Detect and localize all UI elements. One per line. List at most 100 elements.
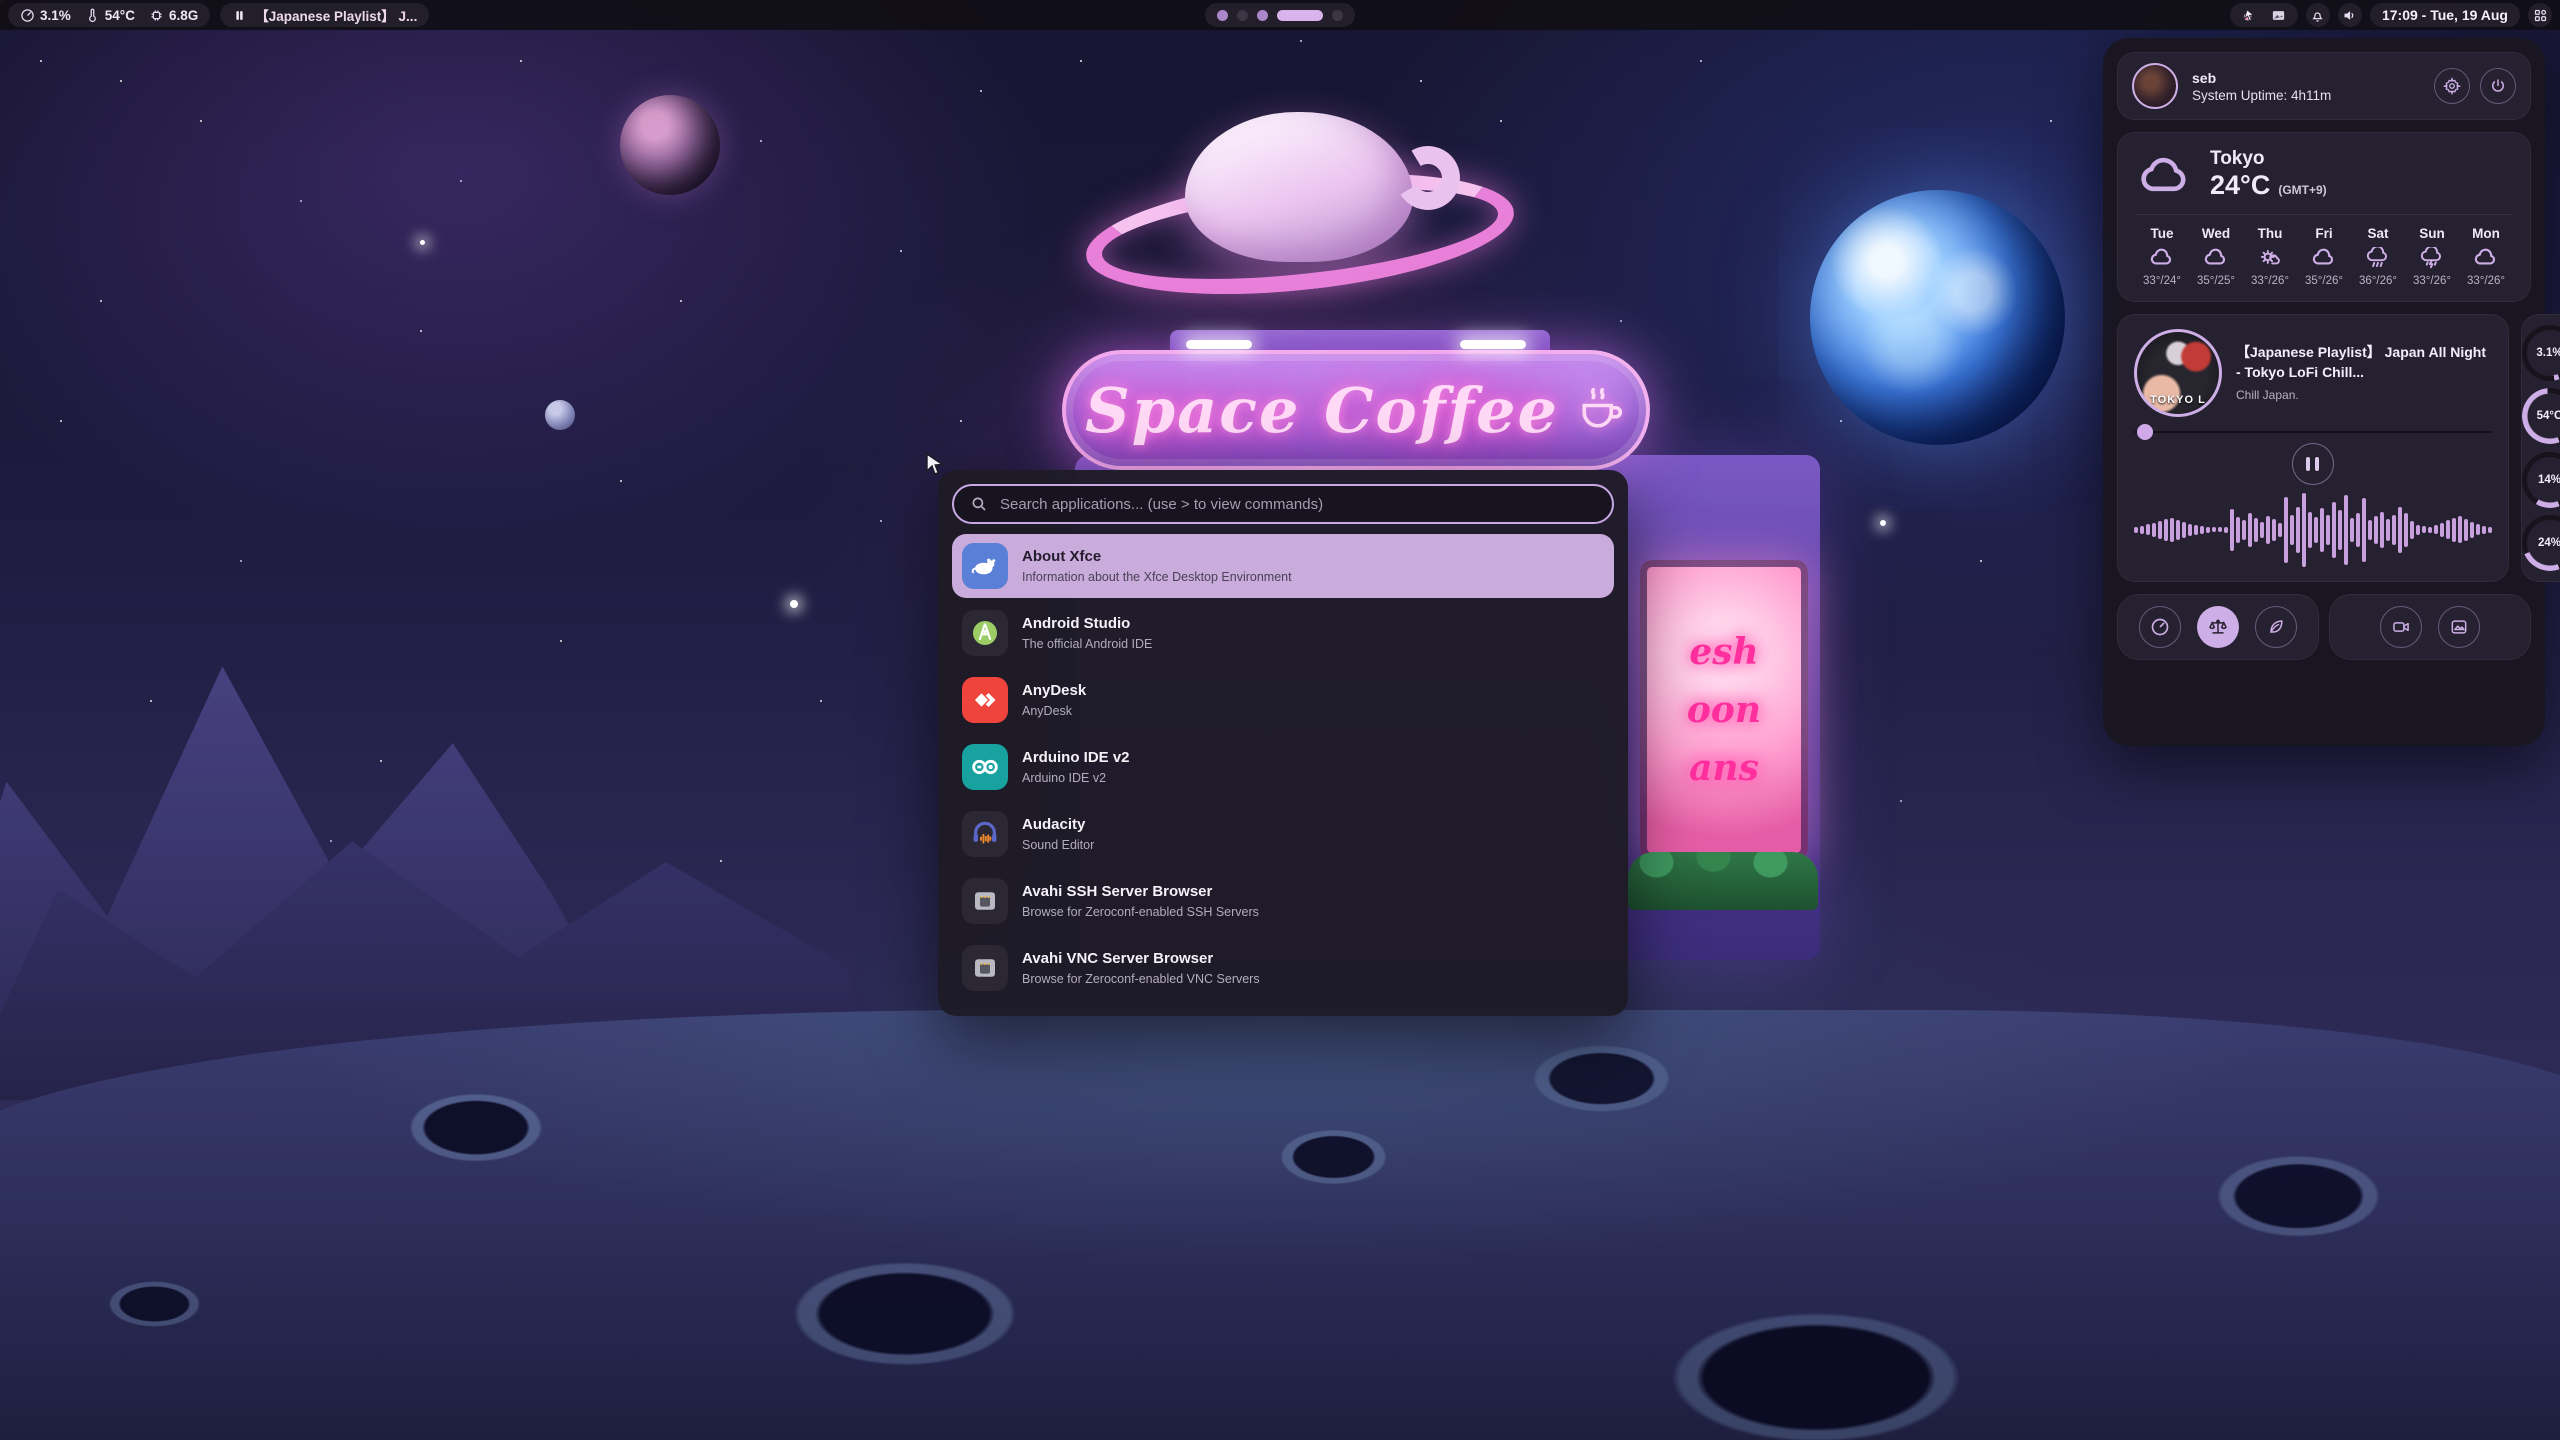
- app-item-audacity[interactable]: AudacitySound Editor: [952, 802, 1614, 866]
- waveform-bar: [2488, 527, 2492, 533]
- gauge-memory: 14%: [2522, 452, 2560, 508]
- avatar[interactable]: [2132, 63, 2178, 109]
- volume-button[interactable]: [2338, 3, 2362, 27]
- album-art[interactable]: TOKYO L: [2134, 329, 2222, 417]
- performance-profile-button[interactable]: [2139, 606, 2181, 648]
- system-stats-pill[interactable]: 3.1% 54°C 6.8G: [8, 3, 210, 27]
- workspace-indicator[interactable]: [1205, 3, 1355, 27]
- sign-light: [1460, 340, 1526, 349]
- waveform-bar: [2248, 513, 2252, 547]
- waveform-bar: [2332, 502, 2336, 558]
- hedge-plants: [1628, 852, 1818, 910]
- thermometer-icon: [85, 8, 100, 23]
- waveform-bar: [2302, 493, 2306, 567]
- waveform-bar: [2434, 525, 2438, 534]
- app-name: Android Studio: [1022, 615, 1152, 634]
- power-icon: [2489, 77, 2507, 95]
- pause-icon: [2315, 457, 2319, 471]
- weather-forecast: Tue 33°/24° Wed 35°/25° Thu 33°/26° Fri: [2136, 226, 2512, 287]
- now-playing-pill[interactable]: 【Japanese Playlist】 J...: [220, 3, 429, 27]
- cloud-icon: [2473, 247, 2499, 269]
- app-item-avahi-vnc[interactable]: Avahi VNC Server BrowserBrowse for Zeroc…: [952, 936, 1614, 1000]
- waveform-bar: [2368, 520, 2372, 540]
- bright-star: [1880, 520, 1886, 526]
- app-item-avahi-ssh[interactable]: Avahi SSH Server BrowserBrowse for Zeroc…: [952, 869, 1614, 933]
- workspace-dot-occupied[interactable]: [1217, 10, 1228, 21]
- waveform-bar: [2200, 526, 2204, 534]
- cloud-icon: [2149, 247, 2175, 269]
- sign-text: Space Coffee: [1085, 374, 1559, 447]
- waveform-bar: [2140, 526, 2144, 534]
- weather-city: Tokyo: [2210, 149, 2327, 170]
- workspace-dot-active[interactable]: [1277, 10, 1323, 21]
- workspace-dot-occupied[interactable]: [1257, 10, 1268, 21]
- overview-button[interactable]: [2528, 3, 2552, 27]
- power-saver-profile-button[interactable]: [2255, 606, 2297, 648]
- temp-stat: 54°C: [85, 8, 135, 23]
- mouse-cursor: [924, 452, 946, 481]
- app-desc: Browse for Zeroconf-enabled SSH Servers: [1022, 905, 1259, 919]
- waveform-bar: [2260, 522, 2264, 538]
- app-item-about-xfce[interactable]: About XfceInformation about the Xfce Des…: [952, 534, 1614, 598]
- overview-grid-icon: [2533, 8, 2548, 23]
- app-item-android-studio[interactable]: Android StudioThe official Android IDE: [952, 601, 1614, 665]
- xfce-mouse-icon: [962, 543, 1008, 589]
- weather-temp: 24°C: [2210, 170, 2270, 201]
- wallpaper-tray-icon[interactable]: [2271, 8, 2286, 23]
- waveform-bar: [2470, 522, 2474, 538]
- waveform-bar: [2404, 513, 2408, 547]
- app-item-arduino[interactable]: Arduino IDE v2Arduino IDE v2: [952, 735, 1614, 799]
- user-name: seb: [2192, 70, 2331, 86]
- speedometer-icon: [2150, 617, 2170, 637]
- waveform-bar: [2224, 527, 2228, 533]
- waveform-bar: [2158, 521, 2162, 539]
- album-art-text: TOKYO L: [2137, 394, 2219, 406]
- waveform-bar: [2296, 507, 2300, 553]
- app-desc: Information about the Xfce Desktop Envir…: [1022, 570, 1292, 584]
- waveform-bar: [2206, 527, 2210, 533]
- power-button[interactable]: [2480, 68, 2516, 104]
- waveform-bar: [2440, 523, 2444, 537]
- waveform-bar: [2458, 516, 2462, 543]
- moon-surface: [0, 1010, 2560, 1440]
- gear-icon: [2443, 77, 2461, 95]
- forecast-day: Tue 33°/24°: [2136, 226, 2188, 287]
- bright-star: [790, 600, 798, 608]
- waveform-bar: [2338, 510, 2342, 550]
- waveform-bar: [2218, 527, 2222, 532]
- android-studio-icon: [962, 610, 1008, 656]
- app-name: Arduino IDE v2: [1022, 749, 1130, 768]
- settings-button[interactable]: [2434, 68, 2470, 104]
- waveform-bar: [2212, 527, 2216, 532]
- cursor-tray-icon[interactable]: [2242, 8, 2257, 23]
- rain-icon: [2365, 247, 2391, 269]
- waveform-bar: [2392, 515, 2396, 545]
- workspace-dot-empty[interactable]: [1332, 10, 1343, 21]
- screen-record-button[interactable]: [2380, 606, 2422, 648]
- top-panel: 3.1% 54°C 6.8G 【Japanese Playlist】 J...: [0, 0, 2560, 30]
- progress-knob[interactable]: [2137, 424, 2153, 440]
- clock[interactable]: 17:09 - Tue, 19 Aug: [2370, 3, 2520, 27]
- waveform-bar: [2308, 512, 2312, 548]
- bell-icon: [2310, 8, 2325, 23]
- waveform-bar: [2254, 518, 2258, 542]
- window-neon-text: oon: [1687, 689, 1761, 731]
- coffee-shop-window: esh oon ans: [1640, 560, 1808, 860]
- gauge-disk: 24%: [2522, 515, 2560, 571]
- tray-pill[interactable]: [2230, 3, 2298, 27]
- notifications-button[interactable]: [2306, 3, 2330, 27]
- search-input[interactable]: [998, 495, 1596, 514]
- gauge-cpu: 3.1%: [2522, 325, 2560, 381]
- network-jack-icon: [962, 878, 1008, 924]
- balanced-profile-button[interactable]: [2197, 606, 2239, 648]
- search-bar[interactable]: [952, 484, 1614, 524]
- workspace-dot-empty[interactable]: [1237, 10, 1248, 21]
- progress-bar[interactable]: [2134, 431, 2492, 433]
- system-uptime: System Uptime: 4h11m: [2192, 88, 2331, 103]
- wallpaper-button[interactable]: [2438, 606, 2480, 648]
- forecast-day: Sun 33°/26°: [2406, 226, 2458, 287]
- pause-button[interactable]: [2292, 443, 2334, 485]
- waveform-bar: [2386, 519, 2390, 541]
- app-item-anydesk[interactable]: AnyDeskAnyDesk: [952, 668, 1614, 732]
- app-desc: AnyDesk: [1022, 704, 1086, 718]
